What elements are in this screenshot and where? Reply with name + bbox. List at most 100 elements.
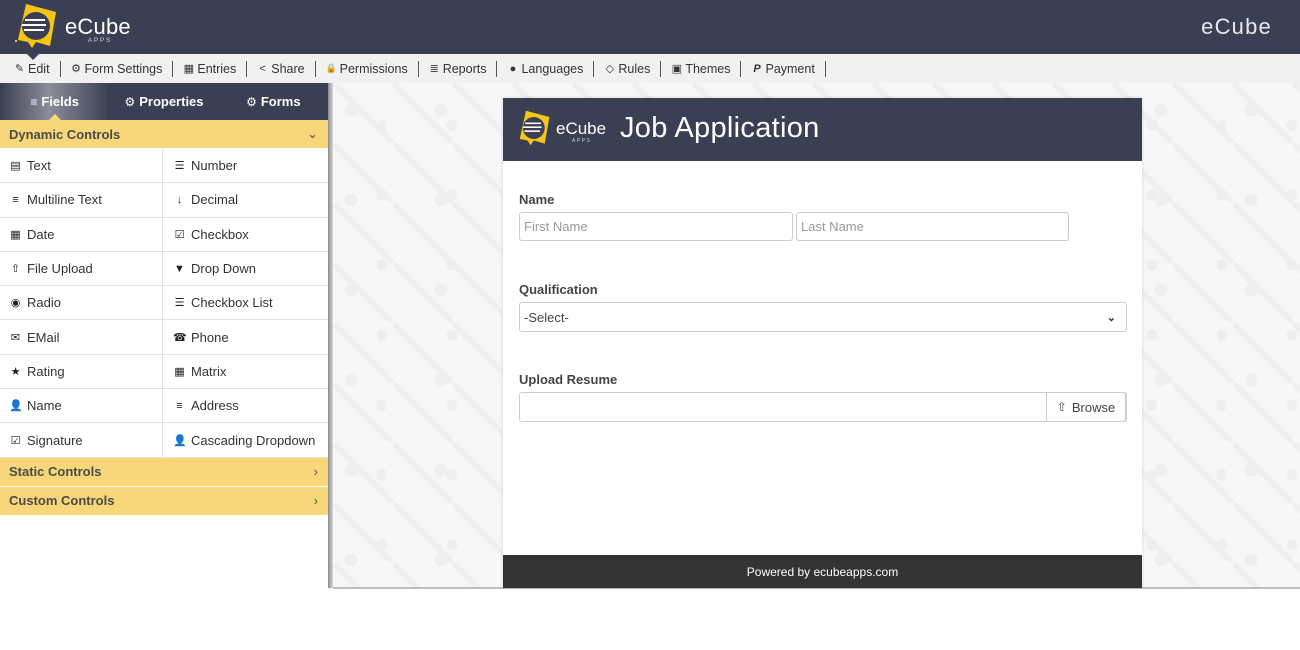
menu-divider [824, 60, 826, 77]
checkbox-icon: ☑ [10, 434, 21, 447]
control-label: Checkbox List [191, 295, 273, 311]
section-custom-controls[interactable]: Custom Controls › [0, 486, 328, 516]
logo-text: eCube [65, 14, 131, 39]
caret-square-down-icon: ▼ [174, 262, 185, 275]
control-drop-down[interactable]: ▼ Drop Down [163, 252, 328, 287]
control-label: Drop Down [191, 261, 257, 277]
browse-label: Browse [1071, 399, 1116, 415]
list-icon: ☰ [174, 297, 185, 310]
tab-label: Fields [41, 94, 79, 109]
theme-icon: ▣ [671, 63, 683, 75]
lock-icon: 🔒 [325, 63, 337, 73]
control-label: Rating [27, 363, 65, 379]
menu-label: Entries [197, 61, 237, 76]
ecube-logo-icon [519, 110, 550, 146]
control-cascading-dropdown[interactable]: 👤 Cascading Dropdown [163, 423, 328, 458]
star-icon: ★ [10, 365, 21, 378]
control-label: Text [27, 158, 51, 174]
control-label: Date [27, 226, 55, 242]
control-file-upload[interactable]: ⇧ File Upload [0, 251, 163, 287]
code-icon: ◇ [605, 63, 615, 75]
section-title: Static Controls [9, 464, 102, 480]
menu-permissions[interactable]: 🔒 Permissions [316, 54, 418, 83]
control-email[interactable]: ✉ EMail [0, 320, 163, 355]
tab-forms[interactable]: ⚙ Forms [219, 83, 328, 120]
section-static-controls[interactable]: Static Controls › [0, 457, 328, 487]
first-name-input[interactable]: First Name [519, 212, 793, 241]
menu-form-settings[interactable]: ⚙ Form Settings [61, 54, 173, 83]
control-number[interactable]: ☰ Number [163, 149, 328, 184]
top-header: eCube APPS eCube [0, 0, 1300, 54]
menu-label: Themes [685, 61, 731, 76]
dynamic-controls-grid: ▤ Text ☰ Number ≡ Multiline Text ↓ Decimal ▦ Date… [0, 149, 328, 458]
chevron-down-icon: ⌄ [1106, 311, 1116, 324]
control-rating[interactable]: ★ Rating [0, 354, 163, 390]
phone-icon: ☎ [173, 331, 187, 344]
control-text[interactable]: ▤ Text [0, 149, 163, 184]
control-decimal[interactable]: ↓ Decimal [163, 183, 328, 218]
control-label: EMail [27, 329, 60, 345]
controls-panel: ≡ Fields ⚙ Properties ⚙ Forms Dynamic Contr… [0, 83, 328, 588]
menu-label: Permissions [339, 61, 408, 76]
control-label: Phone [191, 329, 229, 345]
menu-label: Form Settings [84, 61, 163, 76]
ecube-logo[interactable]: eCube APPS [10, 2, 135, 50]
menu-share[interactable]: < Share [247, 54, 314, 83]
select-value: -Select- [524, 309, 569, 325]
checkbox-icon: ☑ [174, 228, 185, 241]
upload-icon: ⇧ [1056, 400, 1067, 414]
control-radio[interactable]: ◉ Radio [0, 286, 163, 321]
browse-button[interactable]: ⇧ Browse [1046, 392, 1126, 422]
control-address[interactable]: ≡ Address [163, 389, 328, 424]
name-label: Name [519, 192, 555, 207]
menu-entries[interactable]: ▦ Entries [173, 54, 246, 83]
cogs-icon: ⚙ [124, 94, 136, 109]
form-preview: eCube APPS Job Application Name First Na… [503, 98, 1142, 588]
qualification-select[interactable]: -Select- ⌄ [519, 302, 1127, 332]
menu-label: Reports [442, 61, 487, 76]
qualification-label: Qualification [519, 282, 598, 297]
section-dynamic-controls[interactable]: Dynamic Controls ⌄ [0, 120, 328, 149]
control-multiline-text[interactable]: ≡ Multiline Text [0, 183, 163, 218]
menu-languages[interactable]: ● Languages [497, 54, 593, 83]
table-icon: ▦ [183, 63, 195, 75]
control-label: Decimal [191, 192, 238, 208]
menu-label: Payment [765, 61, 815, 76]
chevron-right-icon: › [313, 493, 318, 509]
menu-edit[interactable]: ✎ Edit [4, 53, 60, 83]
powered-by-link[interactable]: Powered by ecubeapps.com [747, 565, 898, 579]
align-justify-icon: ≡ [12, 193, 19, 206]
control-name[interactable]: 👤 Name [0, 389, 163, 424]
language-icon: ● [509, 62, 517, 75]
control-signature[interactable]: ☑ Signature [0, 423, 163, 458]
upload-icon: ⇧ [10, 263, 21, 276]
form-header: eCube APPS Job Application [503, 98, 1142, 161]
menu-payment[interactable]: P Payment [741, 54, 824, 83]
control-checkbox[interactable]: ☑ Checkbox [163, 218, 328, 252]
menu-reports[interactable]: ≣ Reports [419, 54, 497, 83]
control-label: Name [27, 398, 62, 414]
tab-properties[interactable]: ⚙ Properties [109, 83, 218, 120]
brand-name: eCube [1201, 14, 1272, 39]
control-label: Multiline Text [27, 192, 102, 208]
control-date[interactable]: ▦ Date [0, 217, 163, 252]
last-name-input[interactable]: Last Name [796, 212, 1069, 241]
resume-file-input[interactable]: ⇧ Browse [519, 392, 1127, 422]
gear-icon: ⚙ [71, 63, 81, 75]
control-label: Radio [27, 295, 61, 311]
panel-tabs: ≡ Fields ⚙ Properties ⚙ Forms [0, 83, 328, 120]
control-phone[interactable]: ☎ Phone [163, 320, 328, 355]
control-label: Matrix [191, 363, 227, 379]
table-icon: ▦ [174, 365, 185, 378]
menu-label: Rules [618, 61, 651, 76]
form-title: Job Application [620, 112, 820, 144]
tab-fields[interactable]: ≡ Fields [0, 83, 110, 120]
control-matrix[interactable]: ▦ Matrix [163, 355, 328, 390]
user-icon: 👤 [173, 434, 187, 447]
control-checkbox-list[interactable]: ☰ Checkbox List [163, 286, 328, 321]
menu-themes[interactable]: ▣ Themes [661, 54, 740, 83]
menu-label: Languages [521, 61, 584, 76]
menu-label: Edit [28, 61, 50, 76]
menu-rules[interactable]: ◇ Rules [594, 54, 660, 83]
database-icon: ≣ [429, 63, 439, 75]
